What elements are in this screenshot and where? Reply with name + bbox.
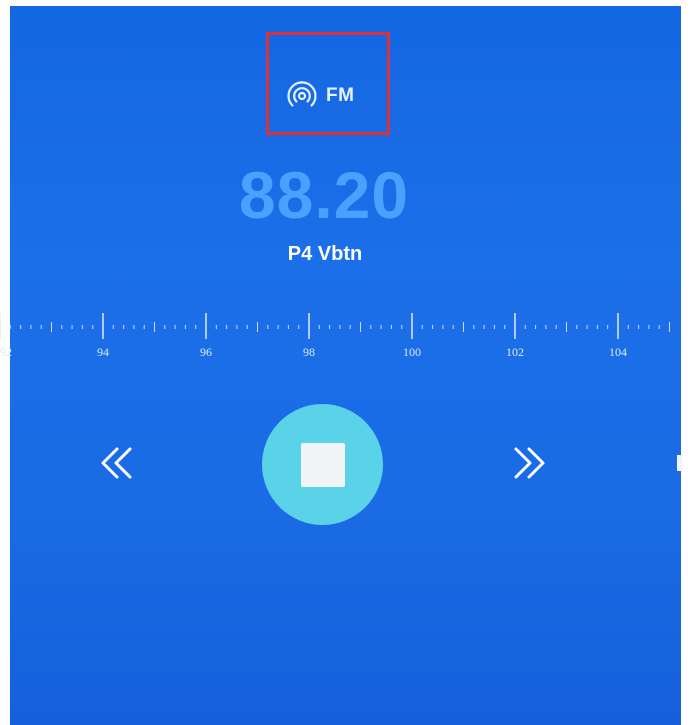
seek-forward-button[interactable] (504, 440, 554, 490)
seek-back-button[interactable] (92, 440, 142, 490)
page-indicator (677, 455, 682, 471)
double-chevron-left-icon (97, 443, 137, 488)
tuner-tick-label: 96 (200, 345, 212, 359)
station-name: P4 Vbtn (287, 243, 363, 265)
tuner-tick-label: 104 (609, 345, 627, 359)
frequency-tuner[interactable]: 92 94 96 98 100 102 104 (0, 300, 671, 370)
double-chevron-right-icon (509, 443, 549, 488)
tuner-tick-label: 100 (403, 345, 421, 359)
source-label: FM (326, 85, 355, 106)
tuner-tick-label: 98 (303, 345, 315, 359)
stop-button[interactable] (262, 404, 383, 525)
tuner-tick-label: 102 (506, 345, 524, 359)
stop-icon (300, 442, 345, 487)
source-selector[interactable]: FM (286, 80, 354, 112)
screen-bezel (681, 6, 691, 725)
radio-signal-icon (286, 80, 318, 112)
tuner-tick-label: 94 (97, 345, 109, 359)
tuner-tick-label: 92 (0, 345, 12, 359)
frequency-display: 88.20 (238, 158, 410, 232)
